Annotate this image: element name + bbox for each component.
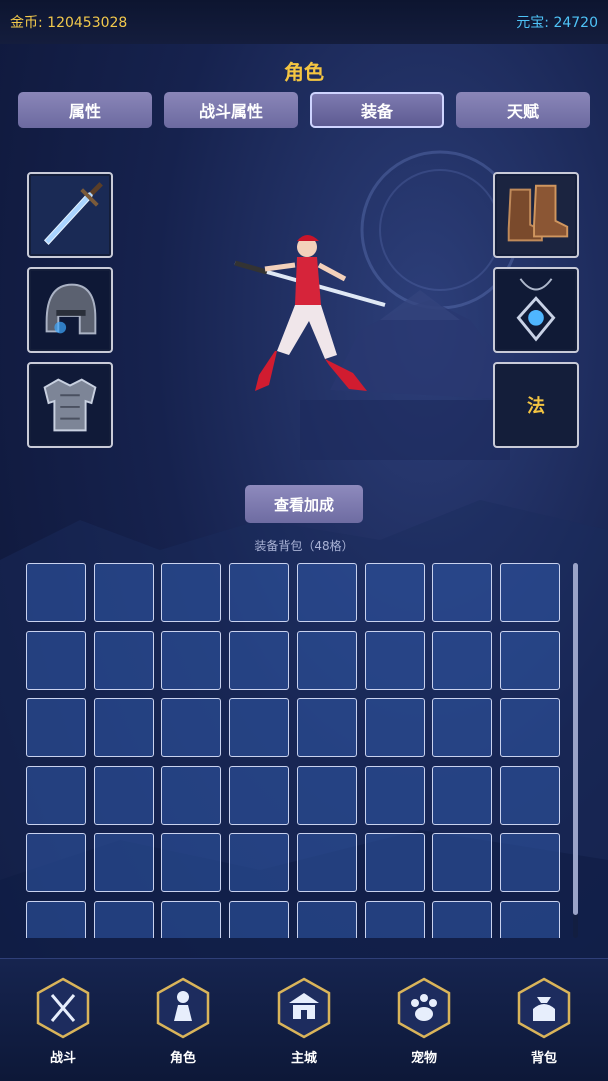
gem-counter: 元宝: 24720 bbox=[516, 15, 598, 31]
bag-slot[interactable] bbox=[93, 900, 154, 938]
boots-slot[interactable] bbox=[493, 172, 579, 258]
bag-slot[interactable] bbox=[161, 900, 222, 938]
bag-scrollbar[interactable] bbox=[573, 563, 578, 915]
bag-slot[interactable] bbox=[229, 563, 290, 622]
nav-character-label: 角色 bbox=[169, 1051, 196, 1066]
bag-slot[interactable] bbox=[432, 630, 493, 690]
sword-icon bbox=[31, 176, 109, 254]
bag-slot[interactable] bbox=[296, 563, 357, 622]
bag-slot[interactable] bbox=[93, 563, 154, 622]
bag-slot[interactable] bbox=[432, 765, 493, 825]
nav-bag-label: 背包 bbox=[530, 1051, 557, 1066]
armor-icon bbox=[31, 366, 109, 444]
bag-slot[interactable] bbox=[93, 698, 154, 757]
tab-equipment[interactable]: 装备 bbox=[310, 92, 444, 128]
skill-slot-label: 法 bbox=[527, 396, 545, 417]
tab-talent[interactable]: 天赋 bbox=[456, 92, 590, 128]
bag-slot[interactable] bbox=[229, 698, 290, 757]
bag-slot[interactable] bbox=[296, 765, 357, 825]
bag-slot[interactable] bbox=[229, 765, 290, 825]
bag-slot[interactable] bbox=[26, 900, 86, 938]
bottom-nav: 战斗 角色 主城 宠物 背包 bbox=[0, 958, 608, 1081]
bag-slot[interactable] bbox=[499, 630, 560, 690]
bag-slot[interactable] bbox=[432, 698, 493, 757]
bag-slot[interactable] bbox=[93, 765, 154, 825]
weapon-slot[interactable] bbox=[27, 172, 113, 258]
bag-slot[interactable] bbox=[229, 630, 290, 690]
bag-slot[interactable] bbox=[432, 833, 493, 892]
armor-slot[interactable] bbox=[27, 362, 113, 448]
tab-combat-attributes[interactable]: 战斗属性 bbox=[164, 92, 298, 128]
bag-slot[interactable] bbox=[93, 630, 154, 690]
bag-slot[interactable] bbox=[296, 833, 357, 892]
bag-slot[interactable] bbox=[26, 563, 86, 622]
bag-slot[interactable] bbox=[296, 698, 357, 757]
battle-icon bbox=[36, 977, 90, 1039]
bag-icon bbox=[517, 977, 571, 1039]
bag-slot[interactable] bbox=[26, 833, 86, 892]
bag-slot[interactable] bbox=[296, 900, 357, 938]
nav-battle[interactable]: 战斗 bbox=[27, 977, 99, 1066]
bag-slot[interactable] bbox=[499, 698, 560, 757]
bag-slot[interactable] bbox=[364, 900, 425, 938]
bag-slot[interactable] bbox=[499, 563, 560, 622]
tab-attributes[interactable]: 属性 bbox=[18, 92, 152, 128]
bag-slot[interactable] bbox=[432, 900, 493, 938]
bag-slot[interactable] bbox=[364, 833, 425, 892]
amulet-icon bbox=[497, 271, 575, 349]
skill-slot[interactable]: 法 bbox=[493, 362, 579, 448]
tab-bar: 属性 战斗属性 装备 天赋 bbox=[18, 92, 590, 128]
boots-icon bbox=[497, 176, 575, 254]
bag-slot[interactable] bbox=[499, 900, 560, 938]
bag-slot[interactable] bbox=[161, 698, 222, 757]
page-title: 角色 bbox=[284, 60, 324, 84]
bag-slot[interactable] bbox=[499, 833, 560, 892]
city-icon bbox=[277, 977, 331, 1039]
bag-slot[interactable] bbox=[432, 563, 493, 622]
bag-slot[interactable] bbox=[161, 630, 222, 690]
bag-slot[interactable] bbox=[26, 630, 86, 690]
bag-slot[interactable] bbox=[161, 833, 222, 892]
bag-slot[interactable] bbox=[26, 698, 86, 757]
helmet-slot[interactable] bbox=[27, 267, 113, 353]
bag-slot[interactable] bbox=[93, 833, 154, 892]
bag-slot[interactable] bbox=[364, 563, 425, 622]
equipment-bag-grid bbox=[26, 563, 566, 938]
nav-city-label: 主城 bbox=[290, 1051, 317, 1066]
currency-bar: 金币: 120453028 元宝: 24720 bbox=[0, 0, 608, 44]
character-icon bbox=[156, 977, 210, 1039]
nav-city[interactable]: 主城 bbox=[268, 977, 340, 1066]
bag-slot[interactable] bbox=[161, 563, 222, 622]
bag-slot[interactable] bbox=[364, 630, 425, 690]
bag-slot[interactable] bbox=[296, 630, 357, 690]
nav-bag[interactable]: 背包 bbox=[508, 977, 580, 1066]
bag-slot[interactable] bbox=[499, 765, 560, 825]
amulet-slot[interactable] bbox=[493, 267, 579, 353]
nav-pet-label: 宠物 bbox=[410, 1051, 437, 1066]
nav-character[interactable]: 角色 bbox=[147, 977, 219, 1066]
bag-slot[interactable] bbox=[229, 900, 290, 938]
bag-slot[interactable] bbox=[26, 765, 86, 825]
bag-label: 装备背包（48格） bbox=[254, 539, 354, 553]
bag-slot[interactable] bbox=[161, 765, 222, 825]
gold-counter: 金币: 120453028 bbox=[10, 15, 128, 31]
character-figure bbox=[234, 235, 386, 391]
view-bonus-button[interactable]: 查看加成 bbox=[245, 485, 363, 523]
bag-slot[interactable] bbox=[229, 833, 290, 892]
bag-slot[interactable] bbox=[364, 698, 425, 757]
bag-slot[interactable] bbox=[364, 765, 425, 825]
pet-paw-icon bbox=[397, 977, 451, 1039]
nav-pet[interactable]: 宠物 bbox=[388, 977, 460, 1066]
nav-battle-label: 战斗 bbox=[49, 1051, 76, 1066]
helmet-icon bbox=[31, 271, 109, 349]
